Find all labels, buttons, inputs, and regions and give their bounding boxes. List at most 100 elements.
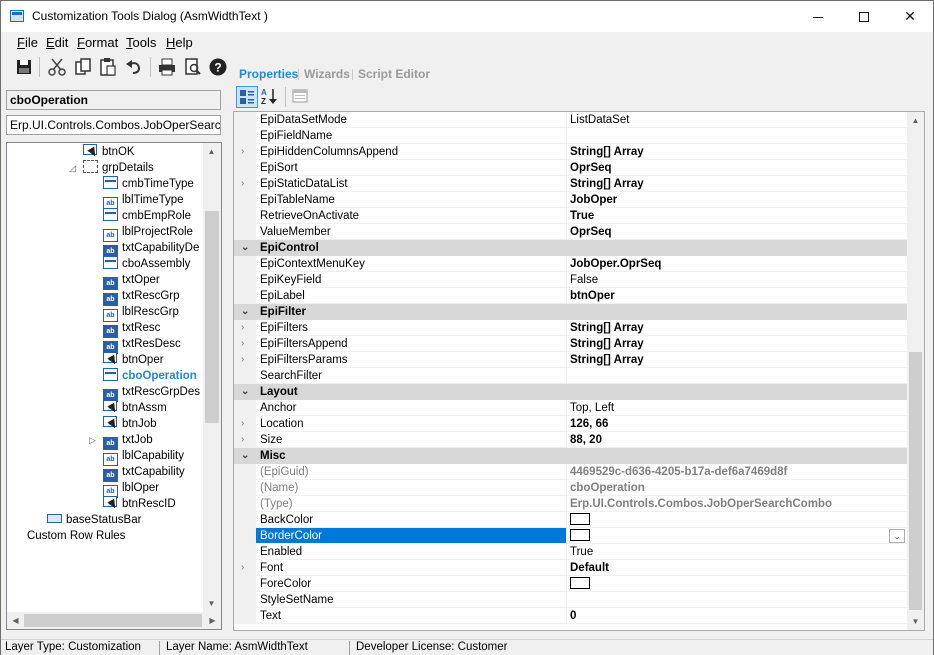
- tree-item[interactable]: ab lblProjectRole: [103, 224, 193, 242]
- property-row[interactable]: › Size 88, 20: [234, 432, 907, 448]
- alphabetical-button[interactable]: AZ: [259, 86, 281, 108]
- property-pages-button[interactable]: [290, 86, 312, 108]
- property-row[interactable]: › Location 126, 66: [234, 416, 907, 432]
- tree-item[interactable]: ab txtCapability: [103, 464, 185, 482]
- tree-item[interactable]: ab txtResc: [103, 320, 160, 338]
- tab-properties[interactable]: Properties: [239, 67, 298, 81]
- property-value[interactable]: String[] Array: [567, 352, 907, 368]
- undo-button[interactable]: [123, 56, 145, 78]
- scroll-up-icon[interactable]: ▲: [203, 143, 220, 160]
- menu-help[interactable]: Help: [166, 35, 193, 50]
- collapse-icon[interactable]: ⌄: [241, 240, 249, 256]
- property-row[interactable]: Anchor Top, Left: [234, 400, 907, 416]
- expand-icon[interactable]: ›: [241, 432, 244, 448]
- tree-item[interactable]: ab txtOper: [103, 272, 160, 290]
- menu-tools[interactable]: Tools: [126, 35, 156, 50]
- print-preview-button[interactable]: [182, 56, 204, 78]
- property-value[interactable]: True: [567, 208, 907, 224]
- tree-vertical-scrollbar[interactable]: ▲ ▼: [203, 143, 221, 629]
- property-value[interactable]: OprSeq: [567, 160, 907, 176]
- grid-scroll-thumb[interactable]: [909, 352, 922, 610]
- tree-item[interactable]: cboAssembly: [103, 256, 190, 272]
- property-row[interactable]: › Font Default: [234, 560, 907, 576]
- property-row[interactable]: › EpiHiddenColumnsAppend String[] Array: [234, 144, 907, 160]
- property-value[interactable]: JobOper: [567, 192, 907, 208]
- tree-item[interactable]: ab lblOper: [103, 480, 159, 498]
- property-row[interactable]: EpiContextMenuKey JobOper.OprSeq: [234, 256, 907, 272]
- tree-item[interactable]: cmbEmpRole: [103, 208, 191, 224]
- save-button[interactable]: [13, 56, 35, 78]
- expand-icon[interactable]: ›: [241, 176, 244, 192]
- property-value[interactable]: 126, 66: [567, 416, 907, 432]
- scroll-right-icon[interactable]: ▶: [204, 612, 221, 629]
- tree-expander-icon[interactable]: ◿: [69, 160, 76, 176]
- cut-button[interactable]: [46, 56, 68, 78]
- property-value[interactable]: [567, 592, 907, 608]
- tree-item[interactable]: ◿ grpDetails: [69, 160, 154, 176]
- property-row[interactable]: › EpiFiltersAppend String[] Array: [234, 336, 907, 352]
- tree-item[interactable]: ab txtRescGrp: [103, 288, 180, 306]
- tree-item[interactable]: ▷ ab txtJob: [89, 432, 153, 450]
- property-row[interactable]: ValueMember OprSeq: [234, 224, 907, 240]
- property-row[interactable]: RetrieveOnActivate True: [234, 208, 907, 224]
- scroll-left-icon[interactable]: ◀: [7, 612, 24, 629]
- property-value[interactable]: [567, 368, 907, 384]
- property-value[interactable]: True: [567, 544, 907, 560]
- property-row[interactable]: EpiFieldName: [234, 128, 907, 144]
- property-value[interactable]: String[] Array: [567, 144, 907, 160]
- print-button[interactable]: [156, 56, 178, 78]
- property-row[interactable]: StyleSetName: [234, 592, 907, 608]
- collapse-icon[interactable]: ⌄: [241, 304, 249, 320]
- expand-icon[interactable]: ›: [241, 336, 244, 352]
- grid-vertical-scrollbar[interactable]: ▲ ▼: [907, 112, 924, 630]
- menu-format[interactable]: Format: [77, 35, 118, 50]
- tree-hscroll-thumb[interactable]: [24, 614, 202, 627]
- tab-script-editor[interactable]: Script Editor: [358, 67, 430, 81]
- tree-item[interactable]: btnRescID: [103, 496, 176, 512]
- scroll-down-icon[interactable]: ▼: [907, 613, 924, 630]
- property-row[interactable]: SearchFilter: [234, 368, 907, 384]
- expand-icon[interactable]: ›: [241, 416, 244, 432]
- property-row[interactable]: EpiKeyField False: [234, 272, 907, 288]
- tree-item[interactable]: btnJob: [103, 416, 157, 432]
- property-value[interactable]: OprSeq: [567, 224, 907, 240]
- expand-icon[interactable]: ›: [241, 144, 244, 160]
- expand-icon[interactable]: ›: [241, 352, 244, 368]
- collapse-icon[interactable]: ⌄: [241, 448, 249, 464]
- expand-icon[interactable]: ›: [241, 320, 244, 336]
- tree-item[interactable]: ab lblRescGrp: [103, 304, 179, 322]
- tree-item[interactable]: ab txtCapabilityDe: [103, 240, 199, 258]
- property-category[interactable]: ⌄ EpiFilter: [234, 304, 907, 320]
- minimize-button[interactable]: [795, 1, 841, 32]
- tree-item[interactable]: ab txtResDesc: [103, 336, 181, 354]
- menu-edit[interactable]: Edit: [46, 35, 68, 50]
- tab-wizards[interactable]: Wizards: [304, 67, 350, 81]
- collapse-icon[interactable]: ⌄: [241, 384, 249, 400]
- tree-item[interactable]: ab lblTimeType: [103, 192, 184, 210]
- scroll-down-icon[interactable]: ▼: [203, 595, 220, 612]
- property-row[interactable]: Enabled True: [234, 544, 907, 560]
- tree-item[interactable]: baseStatusBar: [47, 512, 141, 528]
- scroll-up-icon[interactable]: ▲: [907, 112, 924, 129]
- property-row[interactable]: (EpiGuid) 4469529c-d636-4205-b17a-def6a74…: [234, 464, 907, 480]
- property-row[interactable]: BorderColor ⌄: [234, 528, 907, 544]
- tree-item[interactable]: btnAssm: [103, 400, 167, 416]
- tree-scroll-thumb[interactable]: [205, 211, 219, 423]
- tree-item[interactable]: btnOK: [83, 144, 135, 160]
- property-row[interactable]: EpiDataSetMode ListDataSet: [234, 112, 907, 128]
- property-value[interactable]: [567, 128, 907, 144]
- maximize-button[interactable]: [841, 1, 887, 32]
- copy-button[interactable]: [72, 56, 94, 78]
- tree-item[interactable]: btnOper: [103, 352, 164, 368]
- property-value[interactable]: [567, 576, 907, 592]
- categorized-button[interactable]: [236, 86, 258, 108]
- tree-item[interactable]: Custom Row Rules: [27, 528, 125, 544]
- property-row[interactable]: EpiSort OprSeq: [234, 160, 907, 176]
- property-value[interactable]: Top, Left: [567, 400, 907, 416]
- tree-expander-icon[interactable]: ▷: [89, 432, 96, 448]
- expand-icon[interactable]: ›: [241, 560, 244, 576]
- property-value[interactable]: 0: [567, 608, 907, 624]
- dropdown-arrow-icon[interactable]: ⌄: [889, 529, 905, 543]
- property-value[interactable]: [567, 512, 907, 528]
- property-category[interactable]: ⌄ EpiControl: [234, 240, 907, 256]
